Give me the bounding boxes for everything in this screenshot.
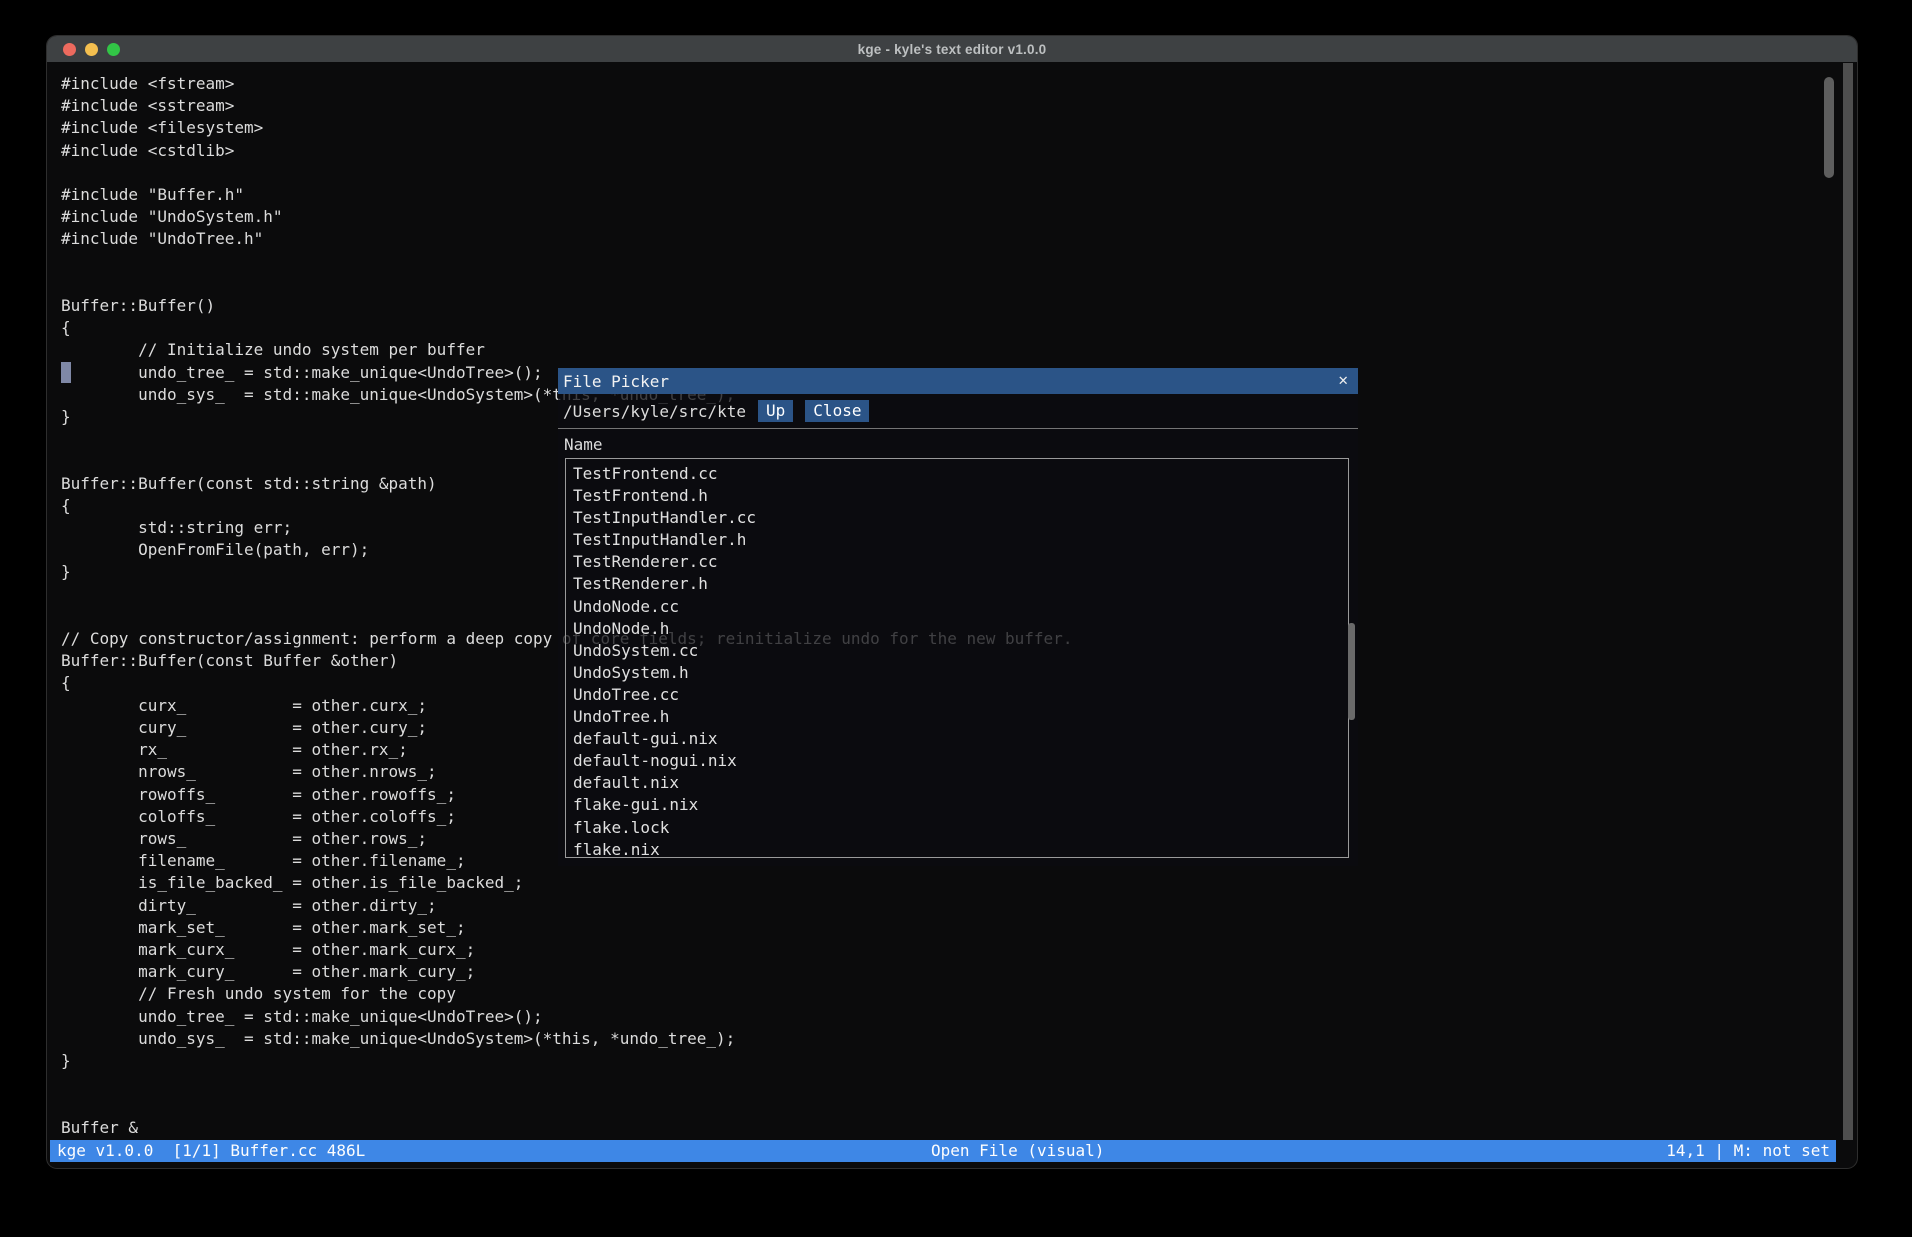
window-controls xyxy=(63,36,120,62)
file-list-item[interactable]: TestInputHandler.h xyxy=(566,529,1348,551)
minimize-window-button[interactable] xyxy=(85,43,98,56)
file-list-item[interactable]: UndoTree.h xyxy=(566,706,1348,728)
file-list-item[interactable]: flake.nix xyxy=(566,839,1348,858)
file-list-item[interactable]: TestRenderer.cc xyxy=(566,551,1348,573)
file-list-item[interactable]: TestFrontend.cc xyxy=(566,463,1348,485)
file-list-item[interactable]: TestFrontend.h xyxy=(566,485,1348,507)
file-list-item[interactable]: UndoSystem.h xyxy=(566,662,1348,684)
status-file-info: kge v1.0.0 [1/1] Buffer.cc 486L xyxy=(57,1140,365,1162)
status-cursor-position: 14,1 | M: not set xyxy=(1666,1140,1830,1162)
zoom-window-button[interactable] xyxy=(107,43,120,56)
file-list-item[interactable]: UndoTree.cc xyxy=(566,684,1348,706)
text-cursor xyxy=(61,362,71,383)
app-window: #include <fstream> #include <sstream> #i… xyxy=(47,36,1857,1168)
file-picker-title: File Picker xyxy=(558,372,669,391)
column-header-name: Name xyxy=(564,435,603,454)
file-list-item[interactable]: UndoNode.cc xyxy=(566,596,1348,618)
status-mode: Open File (visual) xyxy=(931,1140,1104,1162)
file-picker-path-row: /Users/kyle/src/kte Up Close xyxy=(563,398,869,424)
file-list-item[interactable]: flake-gui.nix xyxy=(566,794,1348,816)
file-list-item[interactable]: TestRenderer.h xyxy=(566,573,1348,595)
file-list-item[interactable]: UndoSystem.cc xyxy=(566,640,1348,662)
close-window-button[interactable] xyxy=(63,43,76,56)
divider xyxy=(558,428,1358,429)
status-bar: kge v1.0.0 [1/1] Buffer.cc 486L Open Fil… xyxy=(50,1140,1836,1162)
file-list-scrollbar-thumb[interactable] xyxy=(1348,623,1355,720)
current-path: /Users/kyle/src/kte xyxy=(563,402,746,421)
close-button[interactable]: Close xyxy=(805,400,869,422)
window-title: kge - kyle's text editor v1.0.0 xyxy=(858,42,1047,57)
file-list-item[interactable]: default.nix xyxy=(566,772,1348,794)
file-list-item[interactable]: default-gui.nix xyxy=(566,728,1348,750)
up-button[interactable]: Up xyxy=(758,400,793,422)
file-list-item[interactable]: TestInputHandler.cc xyxy=(566,507,1348,529)
window-titlebar[interactable]: kge - kyle's text editor v1.0.0 xyxy=(47,36,1857,62)
file-list: TestFrontend.ccTestFrontend.hTestInputHa… xyxy=(565,458,1349,858)
close-icon[interactable]: ✕ xyxy=(1338,370,1348,389)
editor-scrollbar-thumb[interactable] xyxy=(1824,77,1834,178)
file-picker-dialog: File Picker ✕ /Users/kyle/src/kte Up Clo… xyxy=(558,368,1358,866)
file-list-item[interactable]: flake.lock xyxy=(566,817,1348,839)
file-picker-titlebar: File Picker ✕ xyxy=(558,368,1358,394)
editor-scrollbar-track[interactable] xyxy=(1843,63,1853,1140)
file-list-item[interactable]: default-nogui.nix xyxy=(566,750,1348,772)
file-list-item[interactable]: UndoNode.h xyxy=(566,618,1348,640)
